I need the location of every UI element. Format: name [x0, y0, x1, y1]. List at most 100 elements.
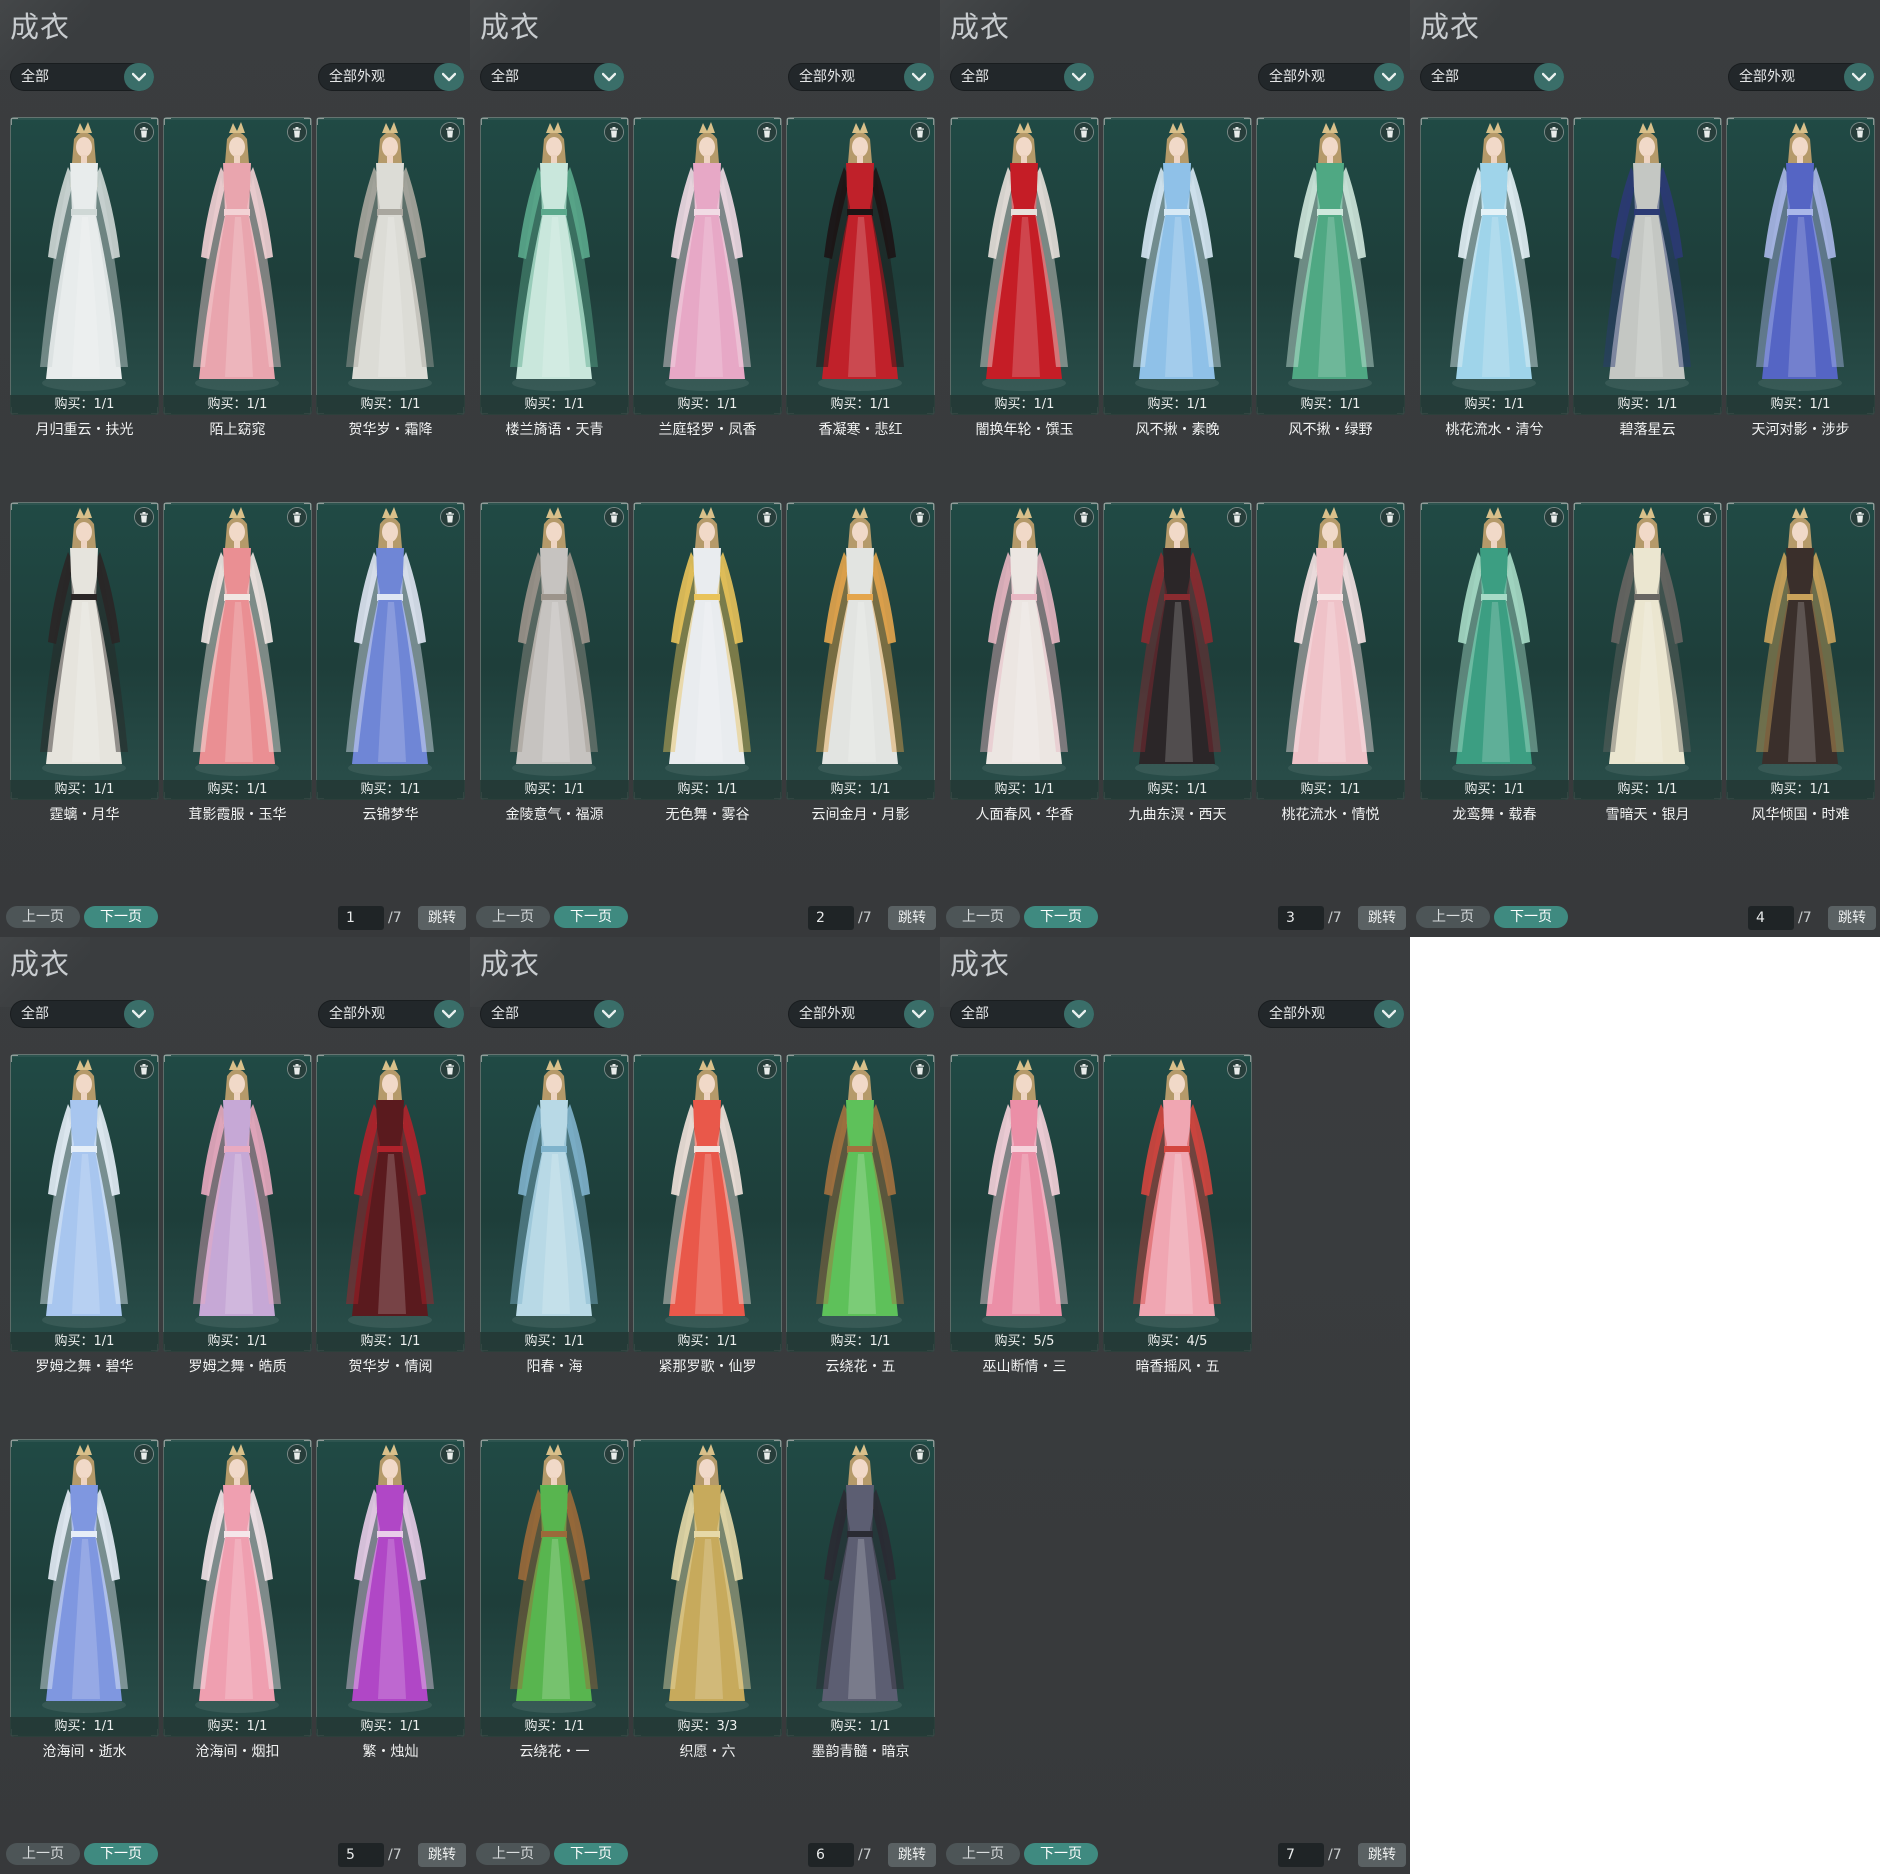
outfit-card[interactable]: 购买：1/1 天河对影・涉步: [1726, 117, 1875, 438]
outfit-card-frame[interactable]: 购买：1/1: [786, 1054, 935, 1352]
outfit-card[interactable]: 购买：1/1 贺华岁・情阅: [316, 1054, 465, 1375]
outfit-card[interactable]: 购买：1/1 桃花流水・情悦: [1256, 502, 1405, 823]
outfit-card[interactable]: 购买：1/1 云绕花・一: [480, 1439, 629, 1760]
outfit-card-frame[interactable]: 购买：1/1: [1726, 502, 1875, 800]
outfit-card-frame[interactable]: 购买：1/1: [316, 117, 465, 415]
outfit-card[interactable]: 购买：5/5 巫山断情・三: [950, 1054, 1099, 1375]
outfit-card[interactable]: 购买：4/5 暗香摇风・五: [1103, 1054, 1252, 1375]
jump-button[interactable]: 跳转: [888, 1843, 936, 1867]
outfit-card[interactable]: 购买：1/1 九曲东溟・西天: [1103, 502, 1252, 823]
outfit-card-frame[interactable]: 购买：1/1: [633, 502, 782, 800]
trash-icon[interactable]: [1545, 508, 1563, 526]
trash-icon[interactable]: [1851, 508, 1869, 526]
prev-page-button[interactable]: 上一页: [946, 1843, 1020, 1865]
outfit-card[interactable]: 购买：1/1 罗姆之舞・碧华: [10, 1054, 159, 1375]
outfit-card[interactable]: 购买：1/1 香凝寒・悲红: [786, 117, 935, 438]
trash-icon[interactable]: [605, 1445, 623, 1463]
outfit-card-frame[interactable]: 购买：1/1: [786, 117, 935, 415]
outfit-card-frame[interactable]: 购买：1/1: [633, 117, 782, 415]
outfit-card[interactable]: 购买：1/1 陌上窈窕: [163, 117, 312, 438]
trash-icon[interactable]: [1545, 123, 1563, 141]
outfit-card-frame[interactable]: 购买：4/5: [1103, 1054, 1252, 1352]
jump-button[interactable]: 跳转: [418, 906, 466, 930]
outfit-card-frame[interactable]: 购买：1/1: [1256, 502, 1405, 800]
outfit-card[interactable]: 购买：1/1 楼兰旖语・天青: [480, 117, 629, 438]
trash-icon[interactable]: [288, 123, 306, 141]
trash-icon[interactable]: [1228, 508, 1246, 526]
trash-icon[interactable]: [288, 508, 306, 526]
outfit-card-frame[interactable]: 购买：1/1: [786, 502, 935, 800]
trash-icon[interactable]: [441, 123, 459, 141]
outfit-card[interactable]: 购买：1/1 墨韵青髓・暗京: [786, 1439, 935, 1760]
trash-icon[interactable]: [1851, 123, 1869, 141]
trash-icon[interactable]: [911, 123, 929, 141]
trash-icon[interactable]: [758, 123, 776, 141]
page-number-input[interactable]: 4: [1748, 906, 1794, 930]
outfit-card[interactable]: 购买：1/1 月归重云・扶光: [10, 117, 159, 438]
outfit-card[interactable]: 购买：1/1 云绕花・五: [786, 1054, 935, 1375]
outfit-card[interactable]: 购买：1/1 罗姆之舞・皓质: [163, 1054, 312, 1375]
trash-icon[interactable]: [135, 508, 153, 526]
outfit-card-frame[interactable]: 购买：1/1: [786, 1439, 935, 1737]
outfit-card-frame[interactable]: 购买：1/1: [480, 117, 629, 415]
outfit-card[interactable]: 购买：1/1 雪暗天・银月: [1573, 502, 1722, 823]
category-filter-dropdown[interactable]: 全部: [10, 63, 154, 91]
outfit-card[interactable]: 购买：1/1 紧那罗歌・仙罗: [633, 1054, 782, 1375]
appearance-filter-dropdown[interactable]: 全部外观: [788, 63, 934, 91]
trash-icon[interactable]: [288, 1445, 306, 1463]
outfit-card-frame[interactable]: 购买：1/1: [163, 502, 312, 800]
outfit-card-frame[interactable]: 购买：1/1: [1726, 117, 1875, 415]
outfit-card[interactable]: 购买：1/1 沧海间・逝水: [10, 1439, 159, 1760]
outfit-card[interactable]: 购买：1/1 风不揪・绿野: [1256, 117, 1405, 438]
trash-icon[interactable]: [1075, 508, 1093, 526]
outfit-card[interactable]: 购买：1/1 贺华岁・霜降: [316, 117, 465, 438]
outfit-card[interactable]: 购买：1/1 闇换年轮・馔玉: [950, 117, 1099, 438]
trash-icon[interactable]: [758, 1060, 776, 1078]
trash-icon[interactable]: [288, 1060, 306, 1078]
trash-icon[interactable]: [911, 508, 929, 526]
outfit-card[interactable]: 购买：1/1 金陵意气・福源: [480, 502, 629, 823]
trash-icon[interactable]: [1381, 508, 1399, 526]
trash-icon[interactable]: [1075, 1060, 1093, 1078]
outfit-card-frame[interactable]: 购买：1/1: [316, 502, 465, 800]
outfit-card[interactable]: 购买：1/1 沧海间・烟扣: [163, 1439, 312, 1760]
outfit-card-frame[interactable]: 购买：5/5: [950, 1054, 1099, 1352]
outfit-card[interactable]: 购买：1/1 人面春风・华香: [950, 502, 1099, 823]
outfit-card[interactable]: 购买：1/1 风不揪・素晚: [1103, 117, 1252, 438]
outfit-card-frame[interactable]: 购买：1/1: [10, 117, 159, 415]
next-page-button[interactable]: 下一页: [554, 1843, 628, 1865]
trash-icon[interactable]: [1698, 508, 1716, 526]
outfit-card-frame[interactable]: 购买：1/1: [1256, 117, 1405, 415]
outfit-card-frame[interactable]: 购买：1/1: [480, 1054, 629, 1352]
trash-icon[interactable]: [1698, 123, 1716, 141]
outfit-card-frame[interactable]: 购买：1/1: [163, 117, 312, 415]
outfit-card-frame[interactable]: 购买：1/1: [1103, 502, 1252, 800]
outfit-card[interactable]: 购买：1/1 云锦梦华: [316, 502, 465, 823]
prev-page-button[interactable]: 上一页: [946, 906, 1020, 928]
trash-icon[interactable]: [911, 1445, 929, 1463]
outfit-card[interactable]: 购买：1/1 霆螭・月华: [10, 502, 159, 823]
prev-page-button[interactable]: 上一页: [476, 906, 550, 928]
trash-icon[interactable]: [135, 1445, 153, 1463]
outfit-card-frame[interactable]: 购买：1/1: [480, 1439, 629, 1737]
trash-icon[interactable]: [1228, 1060, 1246, 1078]
outfit-card[interactable]: 购买：1/1 无色舞・雾谷: [633, 502, 782, 823]
outfit-card[interactable]: 购买：1/1 风华倾国・时难: [1726, 502, 1875, 823]
outfit-card[interactable]: 购买：1/1 桃花流水・清兮: [1420, 117, 1569, 438]
trash-icon[interactable]: [441, 1060, 459, 1078]
appearance-filter-dropdown[interactable]: 全部外观: [788, 1000, 934, 1028]
category-filter-dropdown[interactable]: 全部: [480, 1000, 624, 1028]
outfit-card-frame[interactable]: 购买：1/1: [316, 1439, 465, 1737]
category-filter-dropdown[interactable]: 全部: [950, 1000, 1094, 1028]
category-filter-dropdown[interactable]: 全部: [10, 1000, 154, 1028]
outfit-card[interactable]: 购买：1/1 碧落星云: [1573, 117, 1722, 438]
outfit-card[interactable]: 购买：1/1 阳春・海: [480, 1054, 629, 1375]
prev-page-button[interactable]: 上一页: [1416, 906, 1490, 928]
outfit-card-frame[interactable]: 购买：1/1: [1420, 117, 1569, 415]
page-number-input[interactable]: 1: [338, 906, 384, 930]
outfit-card-frame[interactable]: 购买：1/1: [10, 1054, 159, 1352]
trash-icon[interactable]: [1075, 123, 1093, 141]
outfit-card-frame[interactable]: 购买：1/1: [1573, 117, 1722, 415]
outfit-card-frame[interactable]: 购买：3/3: [633, 1439, 782, 1737]
outfit-card[interactable]: 购买：1/1 兰庭轻罗・凤香: [633, 117, 782, 438]
